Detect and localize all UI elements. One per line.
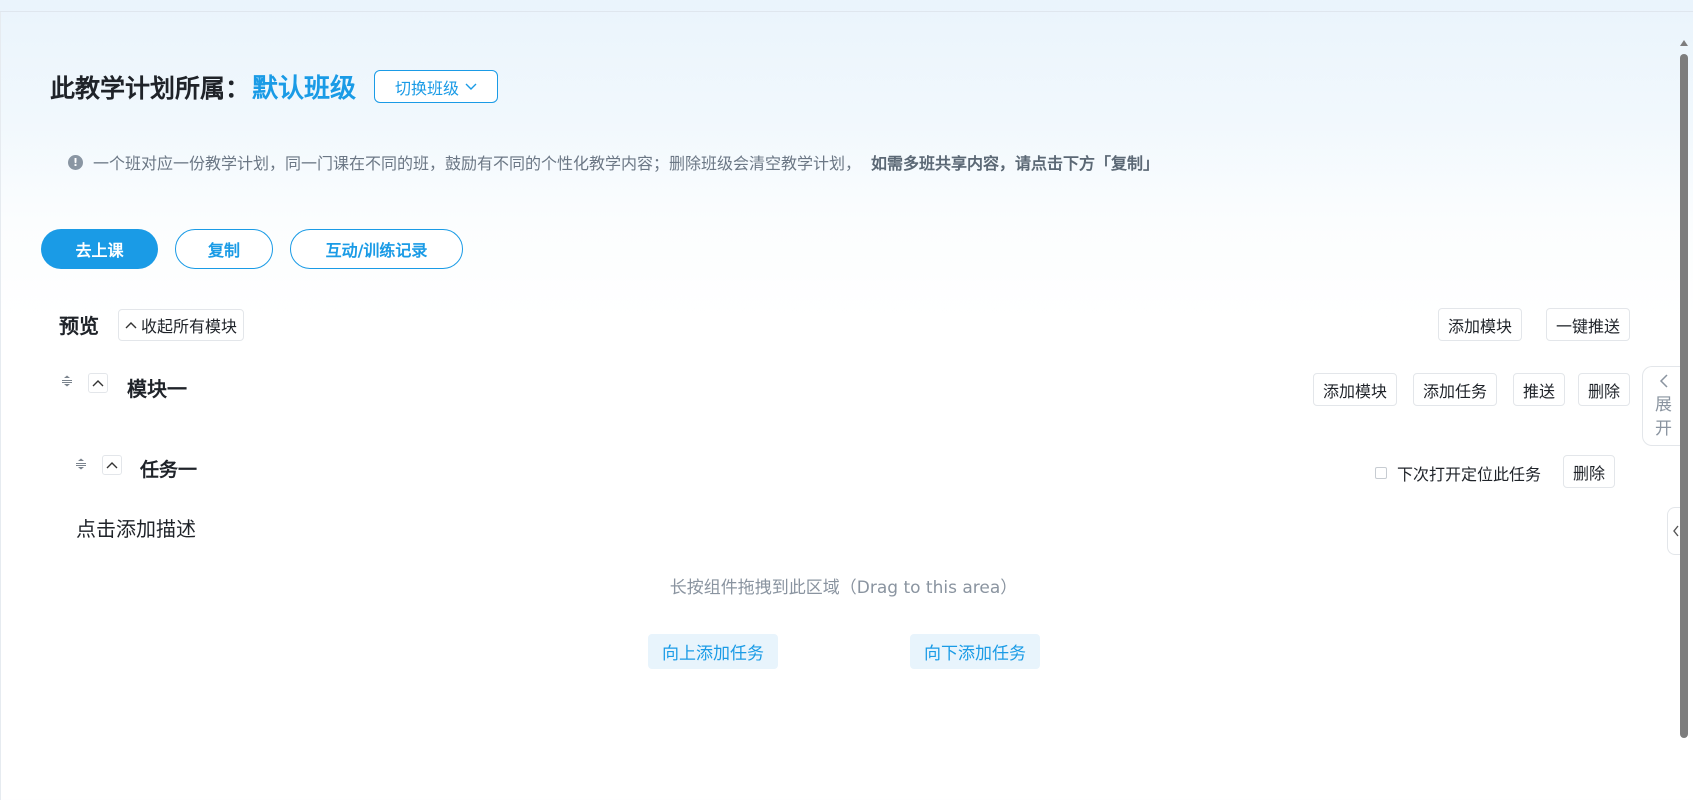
plan-owner-label: 此教学计划所属： [50, 73, 251, 103]
exclamation-icon: ! [68, 154, 83, 170]
vertical-scrollbar[interactable] [1680, 38, 1688, 738]
task-delete-button[interactable]: 删除 [1563, 455, 1616, 488]
preview-title: 预览 [59, 314, 99, 338]
module-drag-handle-icon[interactable] [61, 375, 73, 387]
locate-task-checkbox[interactable] [1375, 467, 1387, 479]
task-drag-handle-icon[interactable] [75, 458, 87, 470]
module-title[interactable]: 模块一 [127, 373, 187, 402]
push-button[interactable]: 推送 [1513, 373, 1566, 406]
class-name: 默认班级 [252, 74, 357, 104]
left-divider [0, 12, 1, 800]
drop-area[interactable]: 长按组件拖拽到此区域（Drag to this area） [0, 573, 1693, 598]
drop-hint-text: 长按组件拖拽到此区域（Drag to this area） [669, 578, 1018, 598]
locate-task-option[interactable]: 下次打开定位此任务 [1375, 461, 1541, 485]
notice-text: 一个班对应一份教学计划，同一门课在不同的班，鼓励有不同的个性化教学内容；删除班级… [93, 154, 862, 173]
task-description[interactable]: 点击添加描述 [76, 513, 196, 542]
chevron-left-icon [1643, 367, 1684, 393]
switch-class-button[interactable]: 切换班级 [374, 70, 499, 103]
copy-button[interactable]: 复制 [175, 229, 273, 269]
go-class-button[interactable]: 去上课 [41, 229, 158, 269]
add-task-above-button[interactable]: 向上添加任务 [648, 634, 778, 669]
chevron-left-icon [1673, 525, 1679, 537]
preview-add-module-button[interactable]: 添加模块 [1438, 308, 1523, 341]
scroll-up-arrow-icon[interactable] [1680, 38, 1688, 48]
add-task-below-button[interactable]: 向下添加任务 [910, 634, 1040, 669]
locate-task-label: 下次打开定位此任务 [1397, 465, 1542, 484]
notice-bold-text: 如需多班共享内容，请点击下方「复制」 [871, 154, 1160, 173]
task-title[interactable]: 任务一 [140, 455, 197, 482]
module-collapse-button[interactable] [88, 373, 108, 393]
chevron-up-icon [92, 380, 104, 387]
chevron-down-icon [465, 83, 477, 90]
collapse-all-button[interactable]: 收起所有模块 [118, 309, 245, 341]
push-all-button[interactable]: 一键推送 [1546, 308, 1631, 341]
plan-header: 此教学计划所属： 默认班级 切换班级 [50, 68, 499, 105]
top-divider [0, 11, 1693, 12]
chevron-up-icon [125, 322, 137, 329]
scrollbar-thumb[interactable] [1680, 54, 1688, 738]
module-add-module-button[interactable]: 添加模块 [1313, 373, 1398, 406]
chevron-up-icon [106, 462, 118, 469]
collapse-all-label: 收起所有模块 [141, 317, 238, 336]
notice-bar: ! 一个班对应一份教学计划，同一门课在不同的班，鼓励有不同的个性化教学内容；删除… [68, 150, 1159, 174]
records-button[interactable]: 互动/训练记录 [290, 229, 463, 269]
task-collapse-button[interactable] [102, 455, 122, 475]
switch-class-label: 切换班级 [395, 78, 460, 98]
add-task-button[interactable]: 添加任务 [1413, 373, 1498, 406]
expand-label-1: 展 [1655, 395, 1672, 415]
expand-label-2: 开 [1655, 419, 1672, 439]
expand-panel-tab[interactable]: 展 开 [1642, 366, 1684, 446]
module-delete-button[interactable]: 删除 [1578, 373, 1631, 406]
action-bar: 去上课 复制 互动/训练记录 [41, 229, 463, 269]
